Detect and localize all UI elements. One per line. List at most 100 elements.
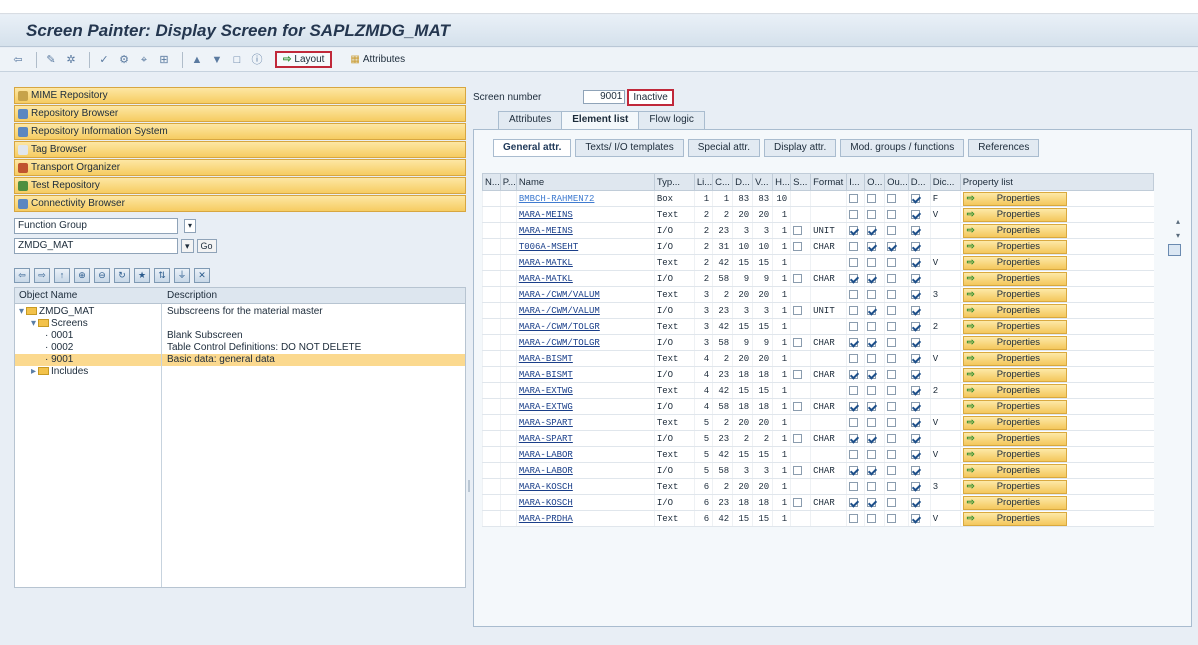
column-header[interactable]: Property list <box>959 173 1155 191</box>
table-row[interactable]: MARA-BISMT I/O 4 23 18 18 1 CHAR ⇨ Properties <box>482 366 1154 383</box>
column-header[interactable]: C... <box>712 173 734 191</box>
checkbox[interactable] <box>887 209 897 219</box>
object-name-input[interactable]: ZMDG_MAT <box>14 238 178 254</box>
checkbox[interactable] <box>867 321 877 331</box>
checkbox[interactable] <box>887 433 897 443</box>
checkbox[interactable] <box>887 497 897 507</box>
checkbox[interactable] <box>867 193 877 203</box>
checkbox[interactable] <box>867 273 877 283</box>
properties-button[interactable]: ⇨ Properties <box>962 399 1067 414</box>
checkbox[interactable] <box>849 337 859 347</box>
close-tree-icon[interactable]: ✕ <box>194 268 210 283</box>
nav-button-repository-information-system[interactable]: Repository Information System <box>14 123 466 140</box>
element-name[interactable]: MARA-KOSCH <box>515 494 655 511</box>
checkbox[interactable] <box>910 481 920 491</box>
table-row[interactable]: MARA-EXTWG I/O 4 58 18 18 1 CHAR ⇨ Properties <box>482 398 1154 415</box>
checkbox[interactable] <box>849 433 859 443</box>
column-header[interactable]: S... <box>790 173 812 191</box>
properties-button[interactable]: ⇨ Properties <box>962 223 1067 238</box>
other-object-icon[interactable]: ▼ <box>209 53 225 67</box>
checkbox[interactable] <box>867 465 877 475</box>
properties-button[interactable]: ⇨ Properties <box>962 207 1067 222</box>
element-name[interactable]: MARA-EXTWG <box>515 382 655 399</box>
checkbox[interactable] <box>849 225 859 235</box>
filter-icon[interactable]: ⏚ <box>174 268 190 283</box>
properties-button[interactable]: ⇨ Properties <box>962 383 1067 398</box>
nav-button-mime-repository[interactable]: MIME Repository <box>14 87 466 104</box>
checkbox[interactable] <box>887 321 897 331</box>
checkbox[interactable] <box>849 465 859 475</box>
expand-icon[interactable]: ⊕ <box>74 268 90 283</box>
table-row[interactable]: MARA-EXTWG Text 4 42 15 15 1 2 ⇨ Properties <box>482 382 1154 399</box>
tab-flow-logic[interactable]: Flow logic <box>638 111 705 129</box>
properties-button[interactable]: ⇨ Properties <box>962 319 1067 334</box>
tree-row-screen-9001[interactable]: · 9001 Basic data: general data <box>15 354 465 366</box>
properties-button[interactable]: ⇨ Properties <box>962 255 1067 270</box>
table-row[interactable]: MARA-LABOR I/O 5 58 3 3 1 CHAR ⇨ Properties <box>482 462 1154 479</box>
column-header[interactable]: H... <box>772 173 792 191</box>
checkbox[interactable] <box>910 225 920 235</box>
checkbox[interactable] <box>887 241 897 251</box>
checkbox[interactable] <box>867 257 877 267</box>
element-name[interactable]: MARA-PRDHA <box>515 510 655 527</box>
nav-button-repository-browser[interactable]: Repository Browser <box>14 105 466 122</box>
display-objects-icon[interactable]: ▲ <box>189 53 205 67</box>
table-row[interactable]: MARA-/CWM/VALUM I/O 3 23 3 3 1 UNIT ⇨ Properties <box>482 302 1154 319</box>
checkbox[interactable] <box>910 273 920 283</box>
checkbox[interactable] <box>793 433 803 443</box>
properties-button[interactable]: ⇨ Properties <box>962 479 1067 494</box>
element-name[interactable]: MARA-LABOR <box>515 462 655 479</box>
subtab-mod-groups[interactable]: Mod. groups / functions <box>840 139 965 157</box>
column-header[interactable]: Li... <box>693 173 714 191</box>
checkbox[interactable] <box>849 289 859 299</box>
fullscreen-icon[interactable]: □ <box>229 53 245 67</box>
column-header[interactable]: Ou... <box>884 173 909 191</box>
checkbox[interactable] <box>910 385 920 395</box>
layout-button[interactable]: ⇨ Layout <box>275 51 333 68</box>
element-name[interactable]: T006A-MSEHT <box>515 238 655 255</box>
checkbox[interactable] <box>910 337 920 347</box>
checkbox[interactable] <box>793 465 803 475</box>
properties-button[interactable]: ⇨ Properties <box>962 271 1067 286</box>
properties-button[interactable]: ⇨ Properties <box>962 239 1067 254</box>
checkbox[interactable] <box>887 305 897 315</box>
checkbox[interactable] <box>793 241 803 251</box>
object-type-dropdown-icon[interactable]: ▾ <box>184 219 196 233</box>
properties-button[interactable]: ⇨ Properties <box>962 351 1067 366</box>
checkbox[interactable] <box>910 209 920 219</box>
table-row[interactable]: MARA-KOSCH Text 6 2 20 20 1 3 ⇨ Properties <box>482 478 1154 495</box>
checkbox[interactable] <box>910 465 920 475</box>
table-row[interactable]: MARA-MATKL Text 2 42 15 15 1 V ⇨ Properties <box>482 254 1154 271</box>
properties-button[interactable]: ⇨ Properties <box>962 303 1067 318</box>
checkbox[interactable] <box>849 273 859 283</box>
back-icon[interactable]: ⇦ <box>10 53 26 67</box>
tree-row-screen-0002[interactable]: · 0002 Table Control Definitions: DO NOT… <box>15 342 465 354</box>
checkbox[interactable] <box>910 433 920 443</box>
pane-splitter[interactable] <box>468 480 470 492</box>
table-row[interactable]: MARA-MEINS I/O 2 23 3 3 1 UNIT ⇨ Properties <box>482 222 1154 239</box>
checkbox[interactable] <box>887 417 897 427</box>
properties-button[interactable]: ⇨ Properties <box>962 191 1067 206</box>
checkbox[interactable] <box>887 273 897 283</box>
subtab-references[interactable]: References <box>968 139 1040 157</box>
checkbox[interactable] <box>910 321 920 331</box>
element-name[interactable]: MARA-SPART <box>515 430 655 447</box>
checkbox[interactable] <box>867 241 877 251</box>
checkbox[interactable] <box>793 337 803 347</box>
element-name[interactable]: MARA-MATKL <box>515 270 655 287</box>
column-header[interactable]: Format <box>810 173 848 191</box>
checkbox[interactable] <box>867 513 877 523</box>
nav-button-test-repository[interactable]: Test Repository <box>14 177 466 194</box>
checkbox[interactable] <box>887 353 897 363</box>
column-header[interactable]: O... <box>864 173 886 191</box>
checkbox[interactable] <box>793 225 803 235</box>
column-header[interactable]: D... <box>907 173 931 191</box>
activate-icon[interactable]: ✲ <box>63 53 79 67</box>
checkbox[interactable] <box>867 225 877 235</box>
tree-row-function-group[interactable]: ▾ ZMDG_MAT Subscreens for the material ma… <box>15 306 465 318</box>
table-row[interactable]: MARA-PRDHA Text 6 42 15 15 1 V ⇨ Properties <box>482 510 1154 527</box>
checkbox[interactable] <box>910 289 920 299</box>
checkbox[interactable] <box>849 369 859 379</box>
checkbox[interactable] <box>887 337 897 347</box>
checkbox[interactable] <box>887 449 897 459</box>
